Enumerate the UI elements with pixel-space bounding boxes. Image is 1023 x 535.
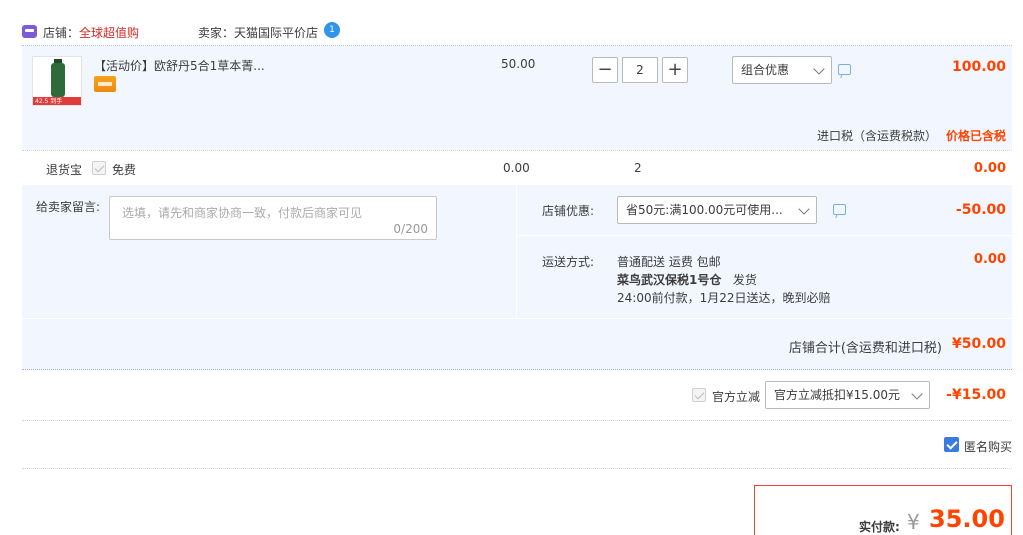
return-insurance-checkbox[interactable] [92,161,106,175]
import-tax-value: 价格已含税 [945,129,1006,143]
shop-total-row: 店铺合计(含运费和进口税) ¥50.00 [22,318,1012,370]
official-discount-row: 官方立减 官方立减抵扣¥15.00元 -¥15.00 [22,371,1012,421]
quantity-increase-button[interactable]: + [662,57,688,83]
quantity-input[interactable]: 2 [622,57,658,83]
shop-coupon-select-value: 省50元:满100.00元可使用... [626,203,783,217]
shop-header: 店铺：全球超值购 卖家：天猫国际平价店 1 [22,18,1012,46]
shipping-eta: 24:00前付款，1月22日送达，晚到必赔 [617,291,831,305]
shop-total-value: ¥50.00 [951,336,1006,352]
official-discount-label: 官方立减 [712,390,761,404]
shop-coupon-select[interactable]: 省50元:满100.00元可使用... [617,196,817,224]
shipping-dispatch-note: 发货 [732,273,757,287]
shop-coupon-label: 店铺优惠: [542,204,595,218]
official-discount-value: -¥15.00 [946,387,1006,403]
seller-message-label: 给卖家留言: [36,200,101,214]
seller-message-placeholder: 选填，请先和商家协商一致，付款后商家可见 [122,206,363,220]
quantity-decrease-button[interactable]: − [592,57,618,83]
chevron-down-icon [813,63,825,75]
chevron-down-icon [798,203,810,215]
return-insurance-qty: 2 [634,161,642,175]
payment-summary: 实付款: ¥ 35.00 [754,485,1012,535]
tmall-shop-icon [22,25,37,38]
return-insurance-total: 0.00 [973,161,1006,176]
payment-currency: ¥ [907,510,920,534]
shipping-warehouse: 菜鸟武汉保税1号仓 [617,273,722,287]
credit-card-icon [94,76,116,92]
unit-price: 50.00 [501,57,536,71]
promo-select[interactable]: 组合优惠 [732,56,832,84]
shop-total-label: 店铺合计(含运费和进口税) [788,341,942,356]
official-discount-select[interactable]: 官方立减抵扣¥15.00元 [765,381,930,409]
product-title-link[interactable]: 【活动价】欧舒丹5合1草本菁... [94,57,265,74]
promo-select-value: 组合优惠 [741,63,790,77]
shipping-method: 普通配送 运费 包邮 [617,255,721,269]
return-insurance-free: 免费 [112,163,137,177]
order-item: 42.5 到手 【活动价】欧舒丹5合1草本菁... 50.00 − 2 + 组合… [22,46,1012,150]
vertical-divider [516,185,517,318]
shop-label: 店铺：全球超值购 [43,26,140,40]
return-insurance-label: 退货宝 [46,163,83,177]
shipping-warehouse-line: 菜鸟武汉保税1号仓 发货 [617,271,757,288]
shop-coupon-value: -50.00 [955,202,1006,218]
seller-label: 卖家：天猫国际平价店 [198,26,319,40]
seller-message-counter: 0/200 [393,222,428,236]
seller-message-input[interactable]: 选填，请先和商家协商一致，付款后商家可见 0/200 [109,196,437,240]
order-options-panel: 给卖家留言: 选填，请先和商家协商一致，付款后商家可见 0/200 店铺优惠: … [22,185,1012,318]
shipping-fee: 0.00 [973,252,1006,267]
chevron-down-icon [911,388,923,400]
official-discount-select-value: 官方立减抵扣¥15.00元 [774,388,900,402]
import-tax-label: 进口税（含运费税款） [817,129,938,143]
official-discount-checkbox[interactable] [692,388,706,402]
shipping-label: 运送方式: [542,255,595,269]
horizontal-divider [517,235,1012,236]
anonymous-purchase-checkbox[interactable] [944,437,959,452]
promo-info-icon[interactable] [838,64,851,75]
payment-label: 实付款: [859,520,900,534]
return-insurance-row: 退货宝 免费 0.00 2 0.00 [22,150,1012,185]
product-thumbnail[interactable]: 42.5 到手 [32,56,82,106]
wangwang-chat-icon[interactable]: 1 [324,22,340,38]
item-total-price: 100.00 [951,59,1006,75]
bottle-shape [51,63,65,97]
anonymous-purchase-row: 匿名购买 [22,421,1012,469]
anonymous-purchase-label: 匿名购买 [964,440,1013,454]
shop-name-link[interactable]: 全球超值购 [79,26,139,40]
quantity-stepper: − 2 + [592,57,688,83]
payment-amount: 35.00 [929,505,1005,533]
return-insurance-price: 0.00 [503,161,530,175]
coupon-info-icon[interactable] [833,204,846,215]
thumbnail-price-tag: 42.5 到手 [33,97,81,105]
